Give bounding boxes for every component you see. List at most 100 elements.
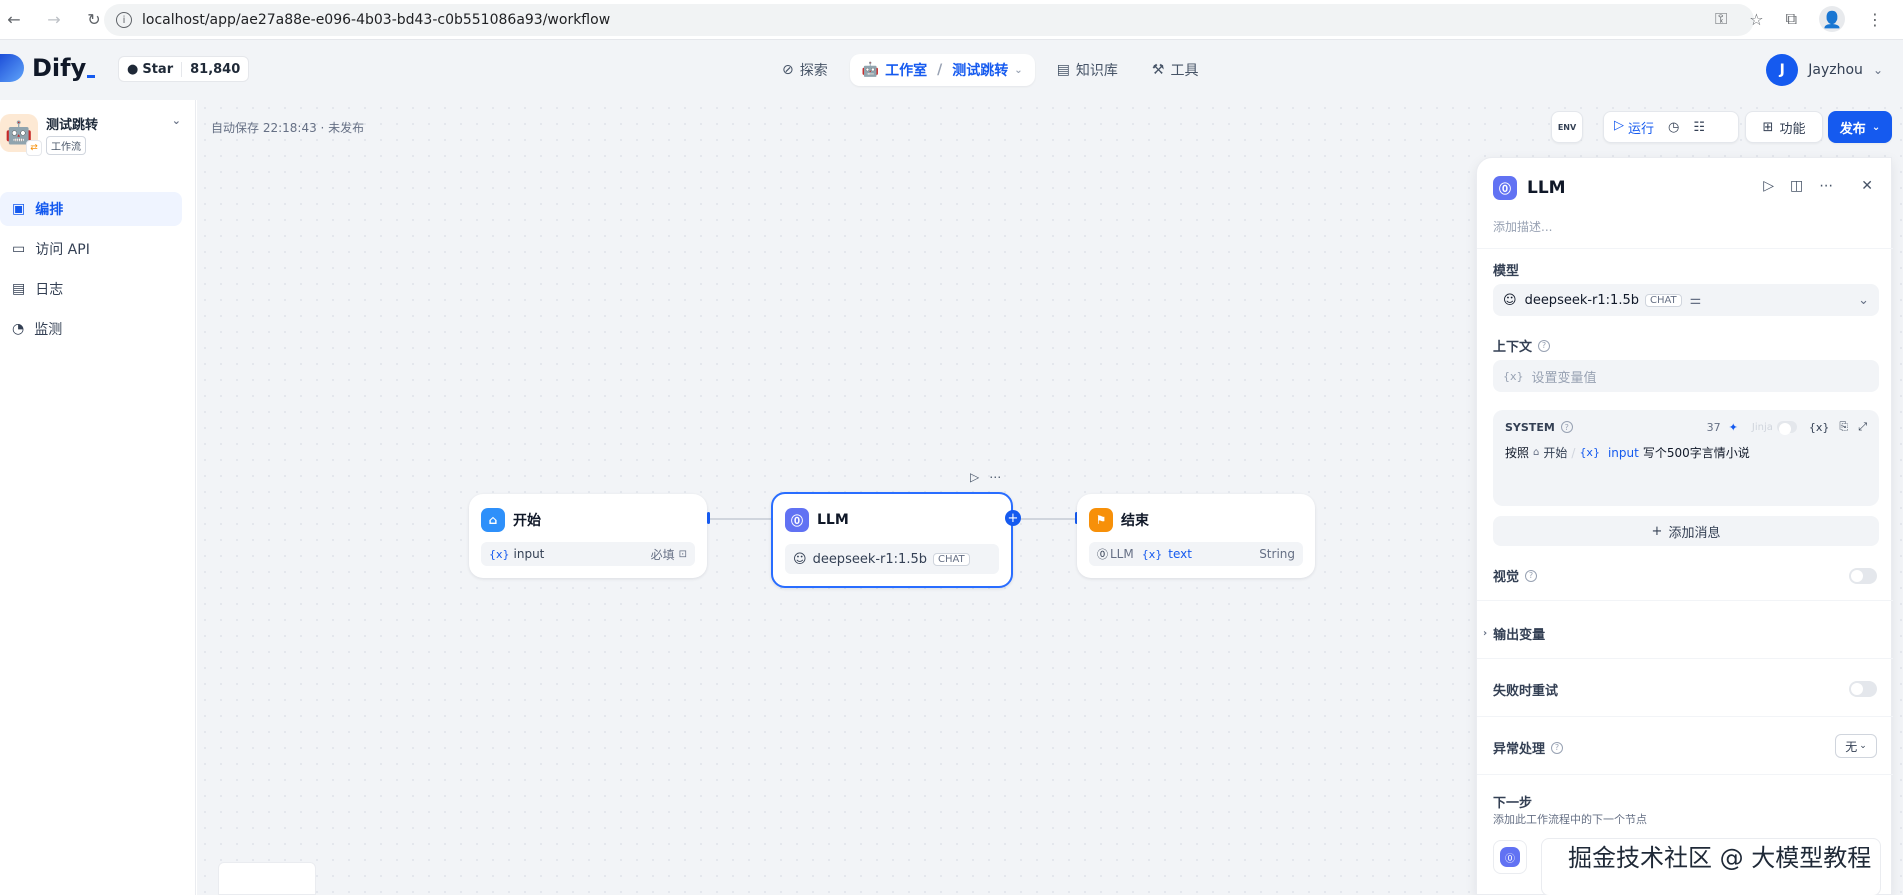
error-handling-label: 异常处理 ? <box>1493 738 1564 757</box>
profile-icon[interactable]: 👤 <box>1819 6 1845 32</box>
help-icon[interactable]: ? <box>1560 421 1573 433</box>
close-icon[interactable]: ✕ <box>1861 178 1873 194</box>
publish-button[interactable]: 发布 ⌄ <box>1828 111 1892 143</box>
sidebar-item-monitor[interactable]: ◔ 监测 <box>0 312 182 346</box>
next-step-hint: 添加此工作流程中的下一个节点 <box>1493 813 1647 826</box>
dify-logo[interactable]: Dify <box>0 54 96 82</box>
chevron-down-icon: ⌄ <box>1014 64 1023 76</box>
error-label-text: 异常处理 <box>1493 742 1546 757</box>
app-info[interactable]: 🤖 ⇄ 测试跳转 ⌄ 工作流 <box>0 114 190 160</box>
sidebar-item-api[interactable]: ▭ 访问 API <box>0 232 182 266</box>
more-icon[interactable]: ⋯ <box>1819 178 1833 194</box>
logo-mark <box>0 54 24 82</box>
error-handling-select[interactable]: 无 ⌄ <box>1835 734 1877 758</box>
system-prompt-box[interactable]: SYSTEM ? 37 ✦ Jinja {x} ⎘ ⤢ 按照 ⌂ 开始 / {x… <box>1493 410 1879 506</box>
output-variables-toggle[interactable]: › 输出变量 <box>1483 624 1545 643</box>
variable-insert-icon[interactable]: {x} <box>1809 421 1830 434</box>
current-app-label[interactable]: 测试跳转 <box>952 60 1008 80</box>
description-input[interactable]: 添加描述... <box>1493 218 1552 235</box>
site-info-icon[interactable]: i <box>116 12 132 28</box>
edge-llm-end <box>1013 518 1075 520</box>
divider <box>1477 716 1893 717</box>
nav-tools[interactable]: ⚒ 工具 <box>1140 54 1211 86</box>
add-next-node-icon[interactable]: + <box>1005 510 1021 526</box>
llm-icon: ⓪ <box>785 508 809 532</box>
nav-studio-label: 工作室 <box>885 63 928 79</box>
side-nav: ▣ 编排 ▭ 访问 API ▤ 日志 ◔ 监测 <box>0 192 182 352</box>
help-icon[interactable]: ? <box>1538 339 1551 352</box>
panel-title[interactable]: LLM <box>1527 178 1566 198</box>
vision-toggle[interactable] <box>1849 568 1877 584</box>
jinja-toggle[interactable] <box>1776 421 1797 435</box>
forward-icon[interactable]: → <box>40 6 68 34</box>
play-icon[interactable]: ▷ <box>1763 178 1774 194</box>
run-node-icon[interactable]: ▷ <box>970 470 979 484</box>
model-robot-icon: ☺ <box>793 551 807 567</box>
start-node[interactable]: ⌂ 开始 {x} input 必填 ⊡ <box>469 494 707 578</box>
star-count: 81,840 <box>190 61 241 77</box>
workflow-badge-icon: ⇄ <box>26 140 42 156</box>
user-menu[interactable]: J Jayzhou ⌄ <box>1766 54 1883 86</box>
sidebar-item-orchestrate[interactable]: ▣ 编排 <box>0 192 182 226</box>
checklist-icon[interactable]: ☷ <box>1693 120 1705 135</box>
nav-explore[interactable]: ⊘ 探索 <box>770 54 840 86</box>
output-label-text: 输出变量 <box>1493 628 1546 643</box>
browser-toolbar: ← → ↻ i localhost/app/ae27a88e-e096-4b03… <box>0 0 1903 40</box>
features-button[interactable]: ⊞ 功能 <box>1745 111 1823 143</box>
nav-knowledge[interactable]: ▤ 知识库 <box>1045 54 1130 86</box>
panel-actions: ▷ ◫ ⋯ ✕ <box>1763 178 1873 194</box>
help-icon[interactable]: ? <box>1525 569 1538 582</box>
input-type-icon: ⊡ <box>678 548 687 560</box>
context-variable-input[interactable]: {x} 设置变量值 <box>1493 360 1879 392</box>
copy-icon[interactable]: ⎘ <box>1839 420 1848 434</box>
more-icon[interactable]: ⋯ <box>989 470 1001 484</box>
split-view-icon[interactable]: ◫ <box>1790 178 1803 194</box>
features-label: 功能 <box>1779 121 1806 137</box>
github-star-button[interactable]: ● Star 81,840 <box>118 56 250 82</box>
logo-underscore <box>87 74 96 78</box>
grid-icon: ⊞ <box>1762 119 1774 135</box>
watermark: 掘金技术社区 @ 大模型教程 <box>1568 844 1872 872</box>
settings-sliders-icon[interactable]: ⚌ <box>1690 293 1702 308</box>
top-nav: ⊘ 探索 🤖 工作室 / 测试跳转 ⌄ ▤ 知识库 ⚒ 工具 <box>770 54 1210 86</box>
flag-icon: ⚑ <box>1089 508 1113 532</box>
sidebar-item-logs[interactable]: ▤ 日志 <box>0 272 182 306</box>
ref-separator: / <box>1571 445 1576 460</box>
llm-node[interactable]: ⓪ LLM ☺ deepseek-r1:1.5b CHAT <box>771 492 1013 588</box>
expand-icon[interactable]: ⤢ <box>1858 420 1867 434</box>
nav-tools-label: 工具 <box>1170 63 1199 79</box>
sidebar-item-label: 监测 <box>34 322 63 338</box>
extensions-icon[interactable]: ⧉ <box>1786 9 1797 29</box>
publish-label: 发布 <box>1839 121 1866 137</box>
run-button[interactable]: ▷ 运行 <box>1614 118 1654 137</box>
model-robot-icon: ☺ <box>1503 292 1517 308</box>
bookmark-star-icon[interactable]: ☆ <box>1749 10 1763 29</box>
address-bar[interactable]: i localhost/app/ae27a88e-e096-4b03-bd43-… <box>104 4 1754 36</box>
nav-studio[interactable]: 🤖 工作室 / 测试跳转 ⌄ <box>849 54 1035 86</box>
minimap[interactable] <box>218 862 316 895</box>
sidebar-item-label: 日志 <box>35 282 64 298</box>
back-icon[interactable]: ← <box>0 6 28 34</box>
next-step-label: 下一步 <box>1493 792 1532 811</box>
book-icon: ▤ <box>1056 62 1070 78</box>
run-group-box: ▷ 运行 ◷ ☷ <box>1603 111 1739 143</box>
left-sidebar: 🤖 ⇄ 测试跳转 ⌄ 工作流 ▣ 编排 ▭ 访问 API ▤ 日志 ◔ 监测 <box>0 100 196 895</box>
env-button[interactable]: ENV <box>1551 111 1583 143</box>
next-step-label-text: 下一步 <box>1493 796 1533 811</box>
start-output-handle[interactable] <box>707 512 710 524</box>
sparkle-icon[interactable]: ✦ <box>1729 421 1738 434</box>
system-label: SYSTEM <box>1505 420 1555 434</box>
divider <box>1477 248 1893 249</box>
end-node[interactable]: ⚑ 结束 ⓪ LLM {x} text String <box>1077 494 1315 578</box>
retry-toggle[interactable] <box>1849 681 1877 697</box>
key-icon[interactable]: ⚿ <box>1715 9 1727 29</box>
model-selector[interactable]: ☺ deepseek-r1:1.5b CHAT ⚌ ⌄ <box>1493 284 1879 316</box>
llm-model-name: deepseek-r1:1.5b <box>812 551 927 567</box>
canvas-toolbar: ENV <box>1551 111 1583 143</box>
variable-icon: {x} <box>1141 547 1163 561</box>
help-icon[interactable]: ? <box>1551 741 1564 754</box>
history-icon[interactable]: ◷ <box>1668 120 1679 135</box>
compass-icon: ⊘ <box>782 62 794 78</box>
menu-icon[interactable]: ⋮ <box>1867 10 1883 29</box>
add-message-button[interactable]: + 添加消息 <box>1493 516 1879 546</box>
